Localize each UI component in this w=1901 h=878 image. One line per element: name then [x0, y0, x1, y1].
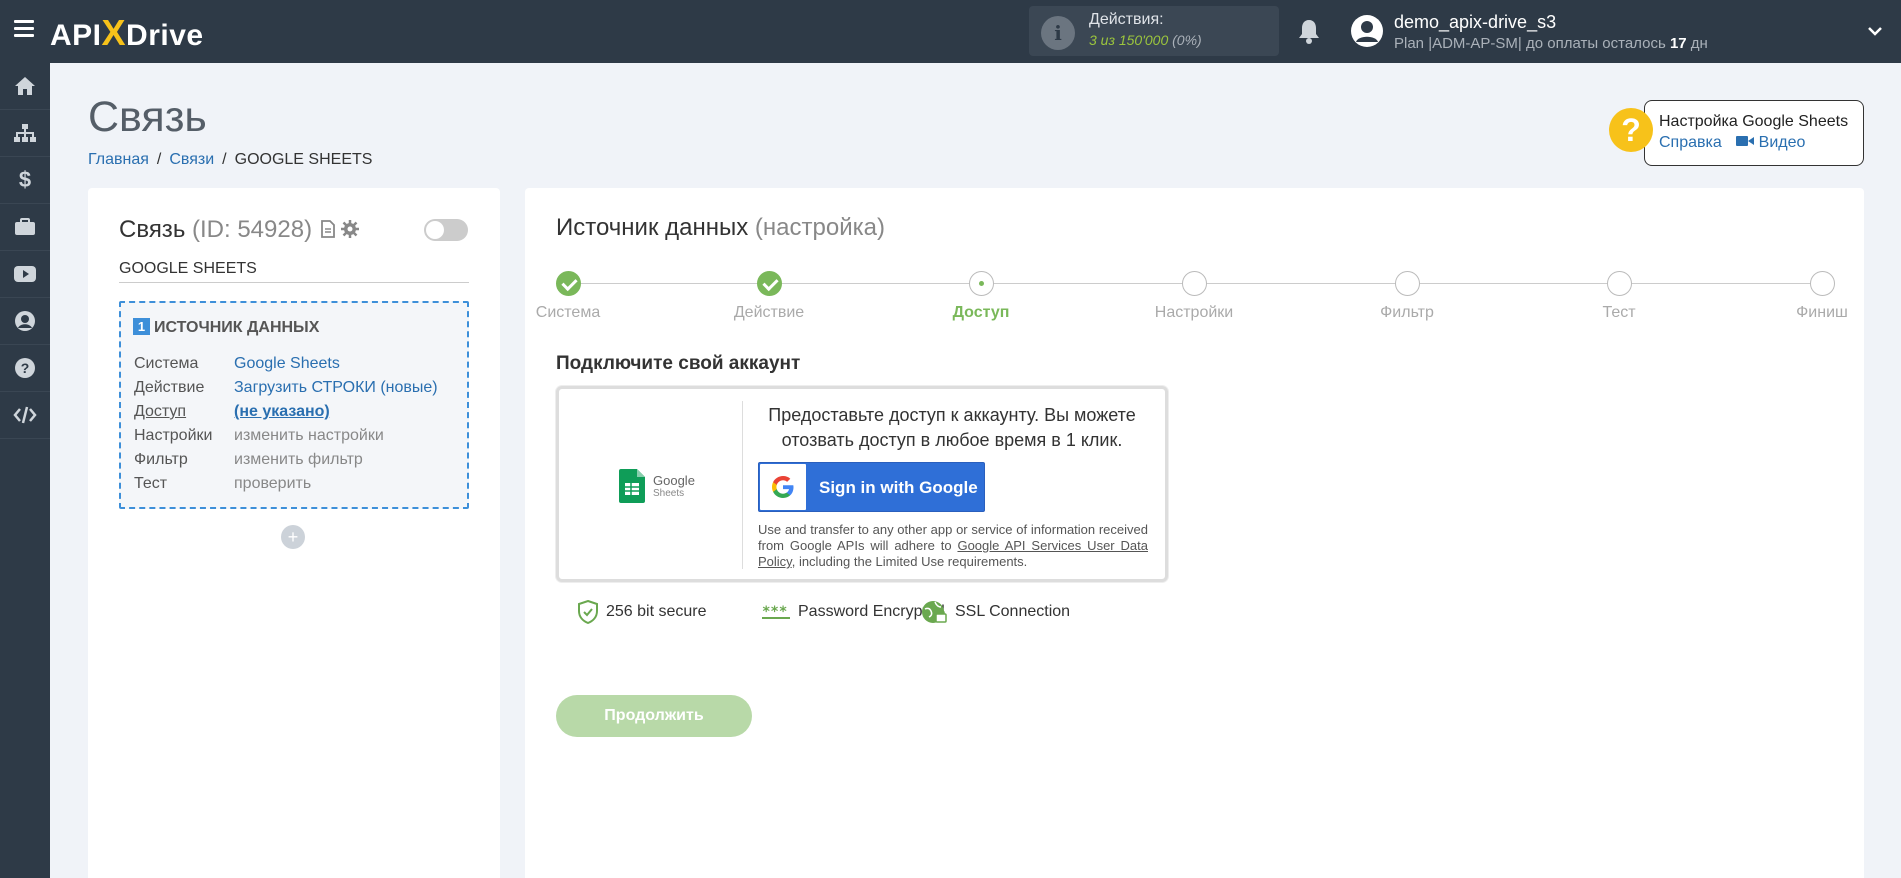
help-box: Настройка Google Sheets Справка Видео — [1644, 100, 1864, 166]
source-settings-link[interactable]: изменить настройки — [234, 427, 384, 444]
bell-icon[interactable] — [1297, 18, 1321, 44]
source-system-link[interactable]: Google Sheets — [234, 355, 340, 372]
auth-box: Google Sheets Предоставьте доступ к акка… — [556, 386, 1168, 582]
step-test: Тест — [1559, 271, 1679, 322]
sign-in-google-button[interactable]: Sign in with Google — [758, 462, 985, 512]
step-access[interactable]: Доступ — [921, 271, 1041, 322]
actions-counter: i Действия: 3 из 150'000 (0%) — [1029, 6, 1279, 56]
help-title: Настройка Google Sheets — [1659, 113, 1849, 130]
connection-card: Связь (ID: 54928) GOOGLE SHEETS 1 ИСТОЧНИ… — [88, 188, 500, 878]
code-icon — [13, 406, 37, 424]
question-icon: ? — [15, 358, 35, 378]
connection-name[interactable]: GOOGLE SHEETS — [119, 260, 469, 283]
connection-toggle[interactable] — [424, 219, 468, 241]
sidebar-item-tools[interactable] — [0, 204, 50, 251]
badge-256-bit: 256 bit secure — [578, 597, 707, 627]
continue-button[interactable]: Продолжить — [556, 695, 752, 737]
logo[interactable]: APIXDrive — [50, 12, 204, 54]
source-row-settings: Настройки изменить настройки — [134, 427, 384, 444]
source-row-access: Доступ (не указано) — [134, 403, 330, 420]
dollar-icon: $ — [18, 167, 32, 192]
source-row-filter: Фильтр изменить фильтр — [134, 451, 363, 468]
auth-description: Предоставьте доступ к аккаунту. Вы может… — [768, 405, 1136, 450]
step-settings: Настройки — [1134, 271, 1254, 322]
breadcrumb-current: GOOGLE SHEETS — [234, 151, 373, 168]
actions-title: Действия: — [1089, 11, 1164, 28]
source-test-link[interactable]: проверить — [234, 475, 311, 492]
user-circle-icon — [15, 311, 35, 331]
step-system[interactable]: Система — [508, 271, 628, 322]
badge-password-encrypted: *** Password Encrypted — [762, 603, 945, 620]
sidebar-item-help[interactable]: ? — [0, 345, 50, 392]
sidebar-item-api[interactable] — [0, 392, 50, 439]
google-sheets-logo: Google Sheets — [619, 467, 709, 507]
google-sheets-icon — [619, 469, 645, 503]
stepper: Система Действие Доступ Настройки Фильтр… — [536, 271, 1848, 331]
globe-lock-icon — [922, 601, 947, 623]
sidebar: $ ? — [0, 63, 50, 878]
actions-count: 3 из 150'000 (0%) — [1089, 32, 1202, 48]
menu-icon[interactable] — [14, 20, 34, 38]
section-title: Источник данных (настройка) — [556, 214, 885, 241]
help-links: Справка Видео — [1659, 134, 1805, 152]
check-icon — [756, 271, 782, 296]
google-policy-text: Use and transfer to any other app or ser… — [758, 522, 1148, 569]
step-action[interactable]: Действие — [709, 271, 829, 322]
briefcase-icon — [15, 218, 35, 235]
youtube-icon — [14, 266, 36, 282]
source-heading: 1 ИСТОЧНИК ДАННЫХ — [133, 318, 319, 337]
breadcrumb-home[interactable]: Главная — [88, 151, 149, 168]
svg-text:?: ? — [21, 360, 30, 376]
user-name[interactable]: demo_apix-drive_s3 — [1394, 12, 1556, 33]
gear-icon[interactable] — [341, 220, 360, 238]
sidebar-item-connections[interactable] — [0, 110, 50, 157]
source-filter-link[interactable]: изменить фильтр — [234, 451, 363, 468]
security-badges: 256 bit secure *** Password Encrypted SS… — [578, 597, 1178, 627]
sitemap-icon — [14, 124, 36, 142]
user-plan: Plan |ADM-AP-SM| до оплаты осталось 17 д… — [1394, 35, 1708, 52]
source-action-link[interactable]: Загрузить СТРОКИ (новые) — [234, 379, 438, 396]
source-block[interactable]: 1 ИСТОЧНИК ДАННЫХ Система Google Sheets Де… — [119, 301, 469, 509]
source-row-test: Тест проверить — [134, 475, 312, 492]
check-icon — [555, 271, 581, 296]
shield-check-icon — [578, 600, 598, 624]
source-row-action: Действие Загрузить СТРОКИ (новые) — [134, 379, 438, 396]
badge-ssl-connection: SSL Connection — [921, 597, 1070, 627]
breadcrumb-connections[interactable]: Связи — [169, 151, 214, 168]
step-filter: Фильтр — [1347, 271, 1467, 322]
help-question-icon[interactable]: ? — [1609, 108, 1653, 152]
sidebar-item-home[interactable] — [0, 63, 50, 110]
info-icon: i — [1041, 16, 1075, 50]
source-settings-card: Источник данных (настройка) Система Дейс… — [525, 188, 1864, 878]
page-title: Связь — [88, 93, 207, 141]
password-icon: *** — [762, 604, 790, 620]
avatar[interactable] — [1350, 14, 1384, 48]
sidebar-item-video[interactable] — [0, 251, 50, 298]
sidebar-item-billing[interactable]: $ — [0, 157, 50, 204]
home-icon — [15, 77, 35, 95]
source-row-system: Система Google Sheets — [134, 355, 340, 372]
top-bar: APIXDrive i Действия: 3 из 150'000 (0%) … — [0, 0, 1901, 63]
add-block-button[interactable]: + — [281, 525, 305, 549]
connection-title: Связь (ID: 54928) — [119, 216, 360, 244]
sidebar-item-profile[interactable] — [0, 298, 50, 345]
document-icon[interactable] — [320, 220, 335, 238]
video-link[interactable]: Видео — [1736, 134, 1805, 151]
google-icon — [760, 464, 806, 510]
source-access-link[interactable]: (не указано) — [234, 403, 330, 420]
connect-heading: Подключите свой аккаунт — [556, 353, 801, 374]
breadcrumb: Главная / Связи / GOOGLE SHEETS — [88, 151, 373, 168]
video-camera-icon — [1736, 136, 1755, 146]
step-finish: Финиш — [1762, 271, 1882, 322]
chevron-down-icon[interactable] — [1866, 22, 1884, 40]
help-link[interactable]: Справка — [1659, 134, 1722, 151]
